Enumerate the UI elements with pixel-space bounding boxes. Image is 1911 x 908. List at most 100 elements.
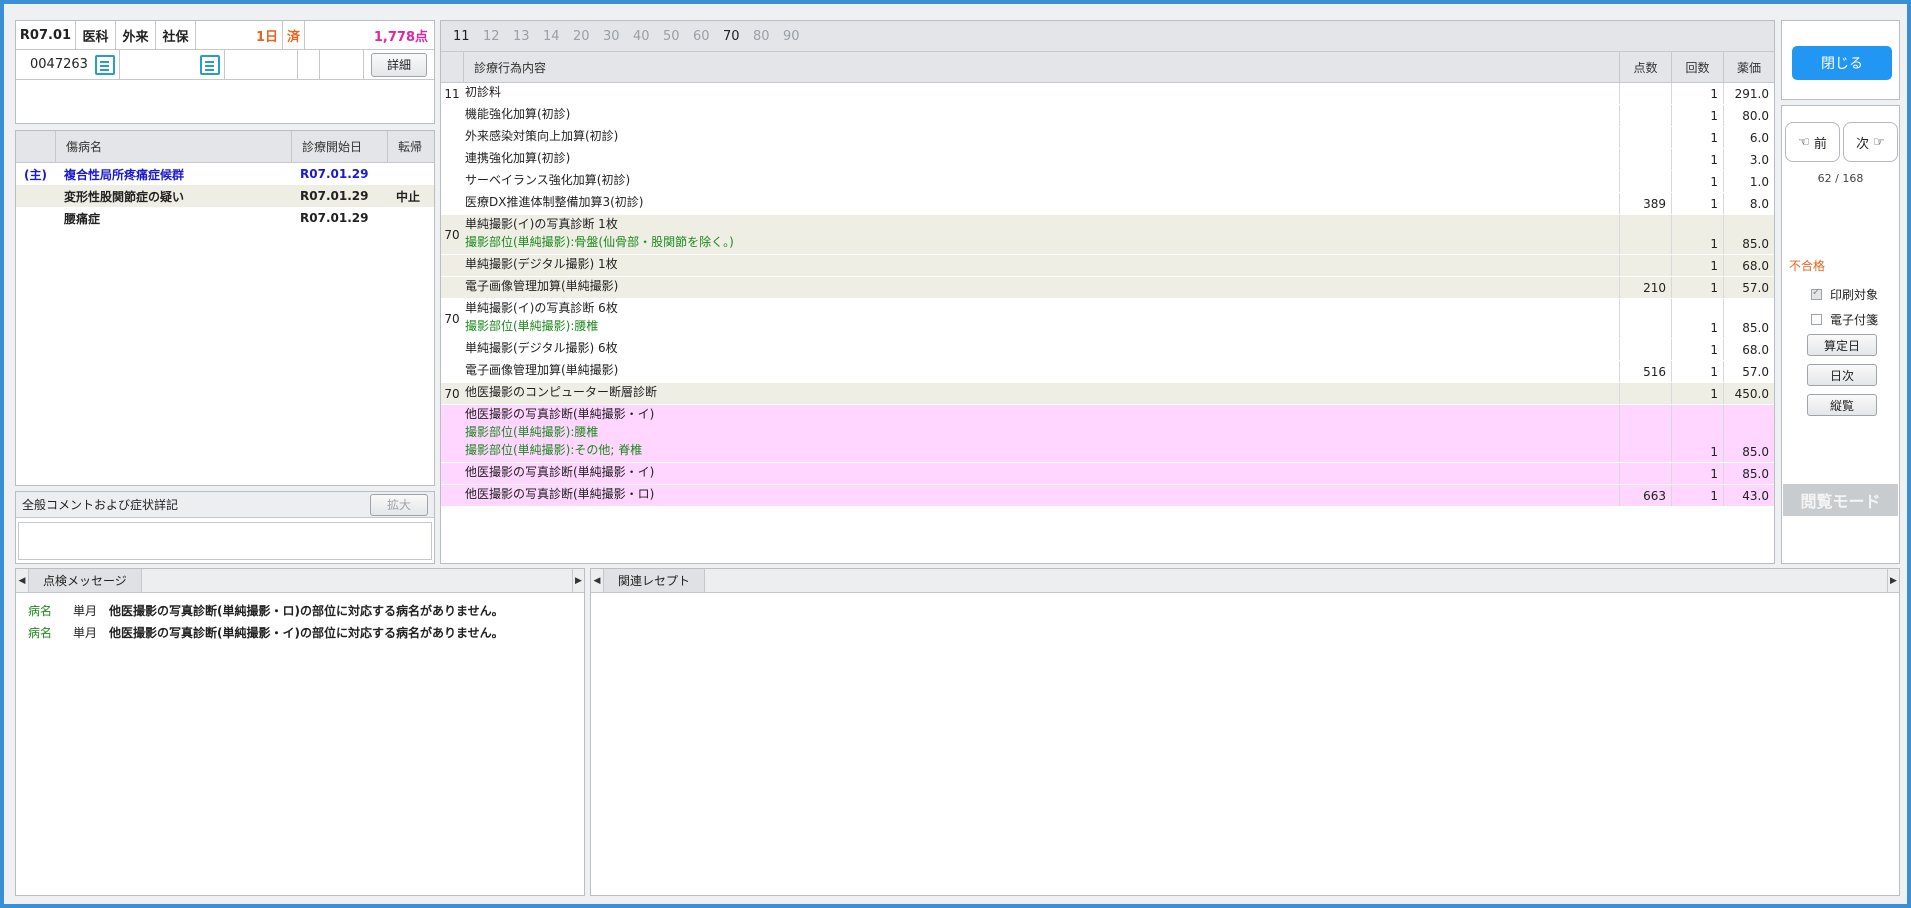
treatment-row[interactable]: 電子画像管理加算(単純撮影) 516 1 57.0: [441, 361, 1774, 383]
treatment-description: 電子画像管理加算(単純撮影): [463, 277, 1619, 298]
disease-row[interactable]: 腰痛症 R07.01.29: [16, 207, 434, 229]
disease-date: R07.01.29: [300, 167, 369, 181]
tab-14[interactable]: 14: [543, 29, 573, 44]
treatment-description: 他医撮影のコンピューター断層診断: [463, 383, 1619, 404]
period-label: R07.01: [16, 21, 76, 49]
treatment-row[interactable]: 他医撮影の写真診断(単純撮影・ロ) 663 1 43.0: [441, 485, 1774, 507]
tab-12[interactable]: 12: [483, 29, 513, 44]
message-kind: 病名: [28, 603, 53, 618]
pointing-left-icon: ☜: [1798, 134, 1810, 150]
treatment-row[interactable]: 11 初診料 1 291.0: [441, 83, 1774, 105]
col-points[interactable]: 点数: [1619, 52, 1671, 82]
count-cell: 1: [1671, 193, 1723, 214]
next-label: 次: [1856, 136, 1870, 152]
treatment-row[interactable]: サーベイランス強化加算(初診) 1 1.0: [441, 171, 1774, 193]
col-treatment[interactable]: 診療行為内容: [463, 52, 1619, 82]
points-cell: [1619, 171, 1671, 192]
print-checkbox[interactable]: 印刷対象: [1811, 286, 1878, 303]
disease-row[interactable]: (主) 複合性局所疼痛症候群 R07.01.29: [16, 163, 434, 185]
calc-day-button[interactable]: 算定日: [1807, 334, 1877, 356]
next-button[interactable]: 次 ☞: [1843, 122, 1898, 162]
treatment-row[interactable]: 他医撮影の写真診断(単純撮影・イ) 撮影部位(単純撮影):腰椎 撮影部位(単純撮影)…: [441, 405, 1774, 463]
comments-field[interactable]: [18, 522, 432, 560]
points-cell: [1619, 383, 1671, 404]
expand-button[interactable]: 拡大: [370, 493, 428, 516]
tab-40[interactable]: 40: [633, 29, 663, 44]
drug-price-cell: 80.0: [1723, 105, 1774, 126]
tab-30[interactable]: 30: [603, 29, 633, 44]
treatment-table: 11 12 13 14 20 30 40 50 60 70 80 90 診療行為内容 点数 回数 薬価…: [440, 20, 1775, 564]
tab-13[interactable]: 13: [513, 29, 543, 44]
count-cell: 1: [1671, 485, 1723, 506]
treatment-name: 電子画像管理加算(単純撮影): [465, 279, 619, 293]
tab-related-receipts[interactable]: 関連レセプト: [603, 569, 706, 592]
treatment-row[interactable]: 外来感染対策向上加算(初診) 1 6.0: [441, 127, 1774, 149]
treatment-row[interactable]: 70 他医撮影のコンピューター断層診断 1 450.0: [441, 383, 1774, 405]
count-cell: 1: [1671, 339, 1723, 360]
tab-70[interactable]: 70: [723, 29, 753, 44]
drug-price-cell: 57.0: [1723, 361, 1774, 382]
points-cell: [1619, 255, 1671, 276]
scroll-right-icon[interactable]: ▶: [572, 569, 584, 592]
scroll-left-icon[interactable]: ◀: [591, 569, 603, 592]
treatment-row[interactable]: 電子画像管理加算(単純撮影) 210 1 57.0: [441, 277, 1774, 299]
daily-button[interactable]: 日次: [1807, 364, 1877, 386]
tab-80[interactable]: 80: [753, 29, 783, 44]
treatment-row[interactable]: 70 単純撮影(イ)の写真診断 1枚 撮影部位(単純撮影):骨盤(仙骨部・股関節を除…: [441, 215, 1774, 255]
disease-date: R07.01.29: [300, 211, 369, 225]
prev-button[interactable]: ☜ 前: [1785, 122, 1840, 162]
points-cell: [1619, 149, 1671, 170]
tab-check-messages[interactable]: 点検メッセージ: [28, 569, 142, 592]
treatment-name: 単純撮影(イ)の写真診断 1枚: [465, 217, 618, 231]
document-icon[interactable]: [200, 54, 220, 75]
treatment-name: 他医撮影の写真診断(単純撮影・ロ): [465, 487, 655, 501]
points-cell: [1619, 105, 1671, 126]
treatment-row[interactable]: 70 単純撮影(イ)の写真診断 6枚 撮影部位(単純撮影):腰椎 1 85.0: [441, 299, 1774, 339]
treatment-row[interactable]: 単純撮影(デジタル撮影) 6枚 1 68.0: [441, 339, 1774, 361]
scroll-left-icon[interactable]: ◀: [16, 569, 28, 592]
treatment-row[interactable]: 連携強化加算(初診) 1 3.0: [441, 149, 1774, 171]
treatment-description: 他医撮影の写真診断(単純撮影・イ) 撮影部位(単純撮影):腰椎 撮影部位(単純撮影)…: [463, 405, 1619, 462]
points-cell: [1619, 339, 1671, 360]
drug-price-cell: 85.0: [1723, 405, 1774, 462]
treatment-row[interactable]: 機能強化加算(初診) 1 80.0: [441, 105, 1774, 127]
points-cell: 663: [1619, 485, 1671, 506]
vertical-review-button[interactable]: 縦覧: [1807, 394, 1877, 416]
treatment-rows: 11 初診料 1 291.0 機能強化加算(初診) 1 80.0 外来感染対策向上加算(初診)…: [441, 83, 1774, 507]
close-button[interactable]: 閉じる: [1792, 46, 1892, 80]
points-cell: [1619, 215, 1671, 254]
drug-price-cell: 85.0: [1723, 215, 1774, 254]
document-icon[interactable]: [95, 54, 115, 75]
count-cell: 1: [1671, 215, 1723, 254]
drug-price-cell: 8.0: [1723, 193, 1774, 214]
scroll-right-icon[interactable]: ▶: [1887, 569, 1899, 592]
treatment-row[interactable]: 単純撮影(デジタル撮影) 1枚 1 68.0: [441, 255, 1774, 277]
disease-row[interactable]: 変形性股関節症の疑い R07.01.29 中止: [16, 185, 434, 207]
e-note-label: 電子付箋: [1830, 313, 1879, 327]
count-cell: 1: [1671, 361, 1723, 382]
treatment-name: 他医撮影のコンピューター断層診断: [465, 385, 658, 399]
col-count[interactable]: 回数: [1671, 52, 1723, 82]
treatment-row[interactable]: 他医撮影の写真診断(単純撮影・イ) 1 85.0: [441, 463, 1774, 485]
patient-id: 0047263: [30, 57, 88, 72]
tab-60[interactable]: 60: [693, 29, 723, 44]
treatment-row[interactable]: 医療DX推進体制整備加算3(初診) 389 1 8.0: [441, 193, 1774, 215]
tab-50[interactable]: 50: [663, 29, 693, 44]
tab-90[interactable]: 90: [783, 29, 813, 44]
e-note-checkbox[interactable]: 電子付箋: [1811, 311, 1878, 328]
row-category-code: 70: [444, 386, 460, 401]
col-disease-name[interactable]: 傷病名: [56, 131, 292, 162]
tab-11[interactable]: 11: [453, 29, 483, 44]
tab-20[interactable]: 20: [573, 29, 603, 44]
imaging-site-text: 撮影部位(単純撮影):腰椎: [465, 425, 599, 439]
col-drug-price[interactable]: 薬価: [1723, 52, 1774, 82]
message-row[interactable]: 病名 単月 他医撮影の写真診断(単純撮影・イ)の部位に対応する病名がありません。: [16, 621, 584, 643]
detail-button[interactable]: 詳細: [371, 52, 427, 77]
col-start-date[interactable]: 診療開始日: [292, 131, 388, 162]
count-cell: 1: [1671, 105, 1723, 126]
col-outcome[interactable]: 転帰: [388, 131, 434, 162]
treatment-description: 単純撮影(デジタル撮影) 6枚: [463, 339, 1619, 360]
drug-price-cell: 6.0: [1723, 127, 1774, 148]
treatment-description: 単純撮影(イ)の写真診断 1枚 撮影部位(単純撮影):骨盤(仙骨部・股関節を除く。…: [463, 215, 1619, 254]
message-row[interactable]: 病名 単月 他医撮影の写真診断(単純撮影・ロ)の部位に対応する病名がありません。: [16, 599, 584, 621]
